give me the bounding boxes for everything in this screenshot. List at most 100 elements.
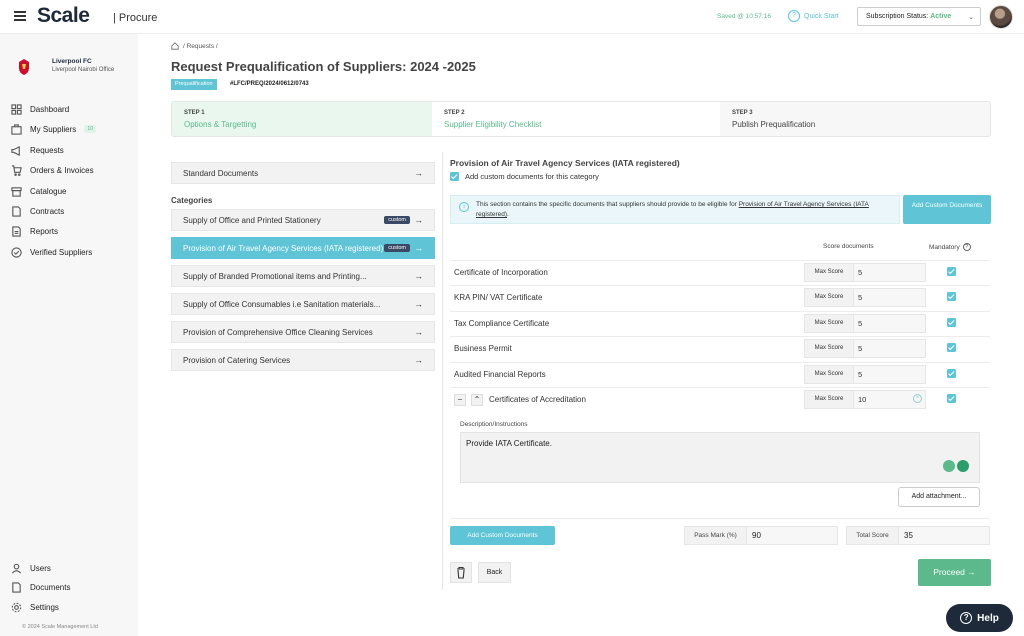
- arrow-right-icon: →: [414, 327, 423, 337]
- org-name: Liverpool FC: [52, 58, 92, 65]
- clear-icon[interactable]: ×: [913, 394, 922, 403]
- sidebar-item-label: Users: [30, 563, 51, 573]
- add-custom-documents-bottom-button[interactable]: Add Custom Documents: [450, 526, 555, 545]
- total-score-label: Total Score: [846, 526, 899, 545]
- sidebar-item-label: Verified Suppliers: [30, 247, 93, 257]
- max-score-label: Max Score: [804, 339, 854, 358]
- grammarly-icon[interactable]: [957, 460, 969, 472]
- sidebar-item-dashboard[interactable]: Dashboard: [11, 102, 69, 116]
- custom-badge: custom: [384, 244, 410, 252]
- mandatory-checkbox[interactable]: [947, 394, 956, 403]
- max-score-input[interactable]: 5: [853, 288, 926, 307]
- sidebar-item-requests[interactable]: Requests: [11, 143, 64, 157]
- home-icon[interactable]: [171, 42, 179, 50]
- arrow-right-icon: →: [414, 243, 423, 253]
- list-item-label: Supply of Office and Printed Stationery: [183, 215, 321, 225]
- step-label: Supplier Eligibility Checklist: [444, 120, 542, 129]
- pass-mark-input[interactable]: 90: [746, 526, 838, 545]
- standard-documents-button[interactable]: Standard Documents →: [171, 162, 435, 184]
- subscription-status-dropdown[interactable]: Subscription Status: Active ⌄: [857, 7, 981, 26]
- user-icon: [11, 563, 22, 573]
- checkbox-checked-icon[interactable]: [450, 172, 459, 181]
- document-row: Audited Financial Reports Max Score 5: [450, 362, 990, 386]
- sidebar-item-contracts[interactable]: Contracts: [11, 204, 64, 218]
- max-score-input[interactable]: 5: [853, 339, 926, 358]
- category-item[interactable]: Supply of Office Consumables i.e Sanitat…: [171, 293, 435, 315]
- sidebar-item-catalogue[interactable]: Catalogue: [11, 184, 66, 198]
- add-attachment-button[interactable]: Add attachment...: [898, 487, 980, 507]
- info-icon: i: [459, 202, 469, 212]
- documents-icon: [12, 581, 21, 593]
- sidebar-item-orders-invoices[interactable]: Orders & Invoices: [11, 163, 94, 177]
- step-2[interactable]: STEP 2 Supplier Eligibility Checklist: [432, 102, 720, 136]
- category-item-active[interactable]: Provision of Air Travel Agency Services …: [171, 237, 435, 259]
- mandatory-checkbox[interactable]: [947, 369, 956, 378]
- mandatory-checkbox[interactable]: [947, 343, 956, 352]
- step-divider: [420, 102, 432, 136]
- sidebar-item-label: Settings: [30, 602, 59, 612]
- mandatory-checkbox[interactable]: [947, 318, 956, 327]
- sidebar-item-settings[interactable]: Settings: [11, 600, 59, 614]
- sidebar-item-my-suppliers[interactable]: My Suppliers 10: [11, 122, 97, 136]
- sidebar-item-documents[interactable]: Documents: [11, 580, 70, 594]
- logo[interactable]: Scale: [37, 4, 90, 28]
- menu-icon[interactable]: [14, 11, 26, 21]
- lightbulb-icon[interactable]: [943, 460, 955, 472]
- category-item[interactable]: Supply of Office and Printed Stationery …: [171, 209, 435, 231]
- list-item-label: Supply of Office Consumables i.e Sanitat…: [183, 299, 381, 309]
- add-custom-documents-checkbox[interactable]: Add custom documents for this category: [450, 172, 599, 181]
- sidebar-item-label: Documents: [30, 582, 71, 592]
- arrow-right-icon: →: [414, 355, 423, 365]
- help-circle-icon[interactable]: ?: [962, 243, 971, 251]
- sidebar-item-users[interactable]: Users: [11, 561, 51, 575]
- document-icon: [12, 205, 21, 217]
- step-3[interactable]: STEP 3 Publish Prequalification: [720, 102, 990, 136]
- category-title: Provision of Air Travel Agency Services …: [450, 158, 680, 168]
- sidebar-item-reports[interactable]: Reports: [11, 224, 58, 238]
- section-divider: [450, 518, 990, 519]
- cart-icon: [11, 164, 22, 176]
- proceed-button[interactable]: Proceed →: [918, 559, 991, 586]
- delete-button[interactable]: [450, 562, 472, 583]
- info-banner: i This section contains the specific doc…: [450, 195, 900, 224]
- org-office: Liverpool Nairobi Office: [52, 67, 115, 73]
- mandatory-label: Mandatory: [929, 243, 960, 251]
- breadcrumb: / Requests /: [171, 42, 218, 50]
- subscription-value: Active: [930, 13, 952, 20]
- arrow-right-icon: →: [414, 168, 423, 178]
- arrow-right-icon: →: [414, 215, 423, 225]
- max-score-input[interactable]: 5: [853, 365, 926, 384]
- sidebar-item-label: Requests: [30, 145, 64, 155]
- step-label: Publish Prequalification: [732, 120, 816, 129]
- breadcrumb-path[interactable]: / Requests /: [183, 43, 218, 50]
- sidebar-item-label: Catalogue: [30, 186, 67, 196]
- verified-icon: [11, 246, 22, 258]
- max-score-label: Max Score: [804, 288, 854, 307]
- add-custom-documents-button[interactable]: Add Custom Documents: [903, 195, 991, 224]
- quick-start-link[interactable]: ? Quick Start: [788, 10, 839, 22]
- score-documents-header: Score documents: [823, 243, 874, 250]
- sidebar-item-verified-suppliers[interactable]: Verified Suppliers: [11, 245, 92, 259]
- category-item[interactable]: Supply of Branded Promotional items and …: [171, 265, 435, 287]
- top-bar: Scale | Procure Saved @ 10:57:16 ? Quick…: [0, 0, 1024, 34]
- avatar[interactable]: [989, 5, 1013, 29]
- category-item[interactable]: Provision of Comprehensive Office Cleani…: [171, 321, 435, 343]
- max-score-input[interactable]: 5: [853, 263, 926, 282]
- category-item[interactable]: Provision of Catering Services →: [171, 349, 435, 371]
- step-divider: [708, 102, 720, 136]
- collapse-minus-icon[interactable]: −: [454, 394, 466, 406]
- back-button[interactable]: Back: [478, 562, 511, 583]
- trash-icon: [457, 566, 465, 579]
- help-button[interactable]: ? Help: [946, 604, 1013, 632]
- document-name: Business Permit: [454, 344, 512, 353]
- chevron-up-icon[interactable]: ⌃: [471, 394, 483, 406]
- max-score-label: Max Score: [804, 365, 854, 384]
- mandatory-checkbox[interactable]: [947, 292, 956, 301]
- step-1[interactable]: STEP 1 Options & Targetting: [172, 102, 432, 136]
- question-icon: ?: [788, 10, 800, 22]
- description-textarea[interactable]: Provide IATA Certificate.: [460, 432, 980, 483]
- max-score-input[interactable]: 5: [853, 314, 926, 333]
- arrow-right-icon: →: [414, 271, 423, 281]
- mandatory-checkbox[interactable]: [947, 267, 956, 276]
- suppliers-count-badge: 10: [84, 125, 97, 133]
